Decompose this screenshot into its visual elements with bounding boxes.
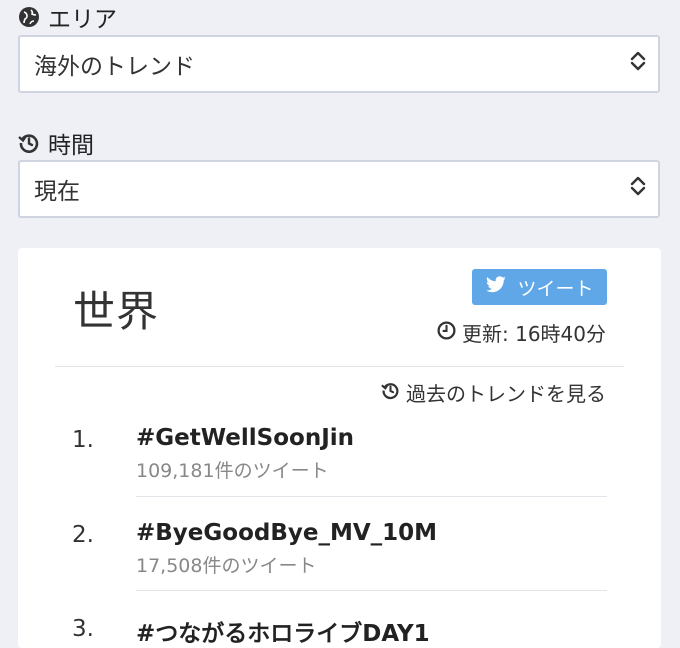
trend-rank: 2. [72,522,94,548]
trend-tweet-count: 109,181件のツイート [136,460,329,482]
trend-hashtag-link[interactable]: #つながるホロライブDAY1 [136,614,430,648]
tweet-button[interactable]: ツイート [472,269,607,305]
twitter-bird-icon [485,275,507,299]
updated-label: 更新: 16時40分 [462,322,606,346]
area-label: エリア [48,7,117,33]
history-icon [381,381,400,405]
time-label: 時間 [48,133,94,159]
tweet-button-label: ツイート [517,277,594,300]
trend-divider [136,496,607,497]
time-select[interactable]: 現在 [18,160,660,218]
updated-time: 更新: 16時40分 [437,318,606,347]
globe-icon [18,6,40,28]
trend-hashtag-link[interactable]: #ByeGoodBye_MV_10M [136,520,437,546]
trends-card: 世界 ツイート 更新: 16時40分 過去のトレンドを見る 1. #GetWel… [18,248,661,648]
clock-icon [437,320,456,345]
chevron-updown-icon [630,175,646,203]
trend-tweet-count: 17,508件のツイート [136,555,317,577]
chevron-updown-icon [630,50,646,78]
region-title: 世界 [73,287,160,336]
trend-rank: 3. [72,616,94,642]
area-select-value: 海外のトレンド [34,54,195,80]
past-trends-label: 過去のトレンドを見る [406,382,606,406]
time-label-row: 時間 [18,126,94,160]
trend-divider [136,590,607,591]
history-icon [18,132,40,154]
trend-rank: 1. [72,427,94,453]
time-select-value: 現在 [34,179,80,205]
past-trends-link[interactable]: 過去のトレンドを見る [381,378,606,407]
header-divider [55,366,624,367]
trend-hashtag-link[interactable]: #GetWellSoonJin [136,425,354,451]
area-select[interactable]: 海外のトレンド [18,35,660,93]
area-label-row: エリア [18,0,117,34]
